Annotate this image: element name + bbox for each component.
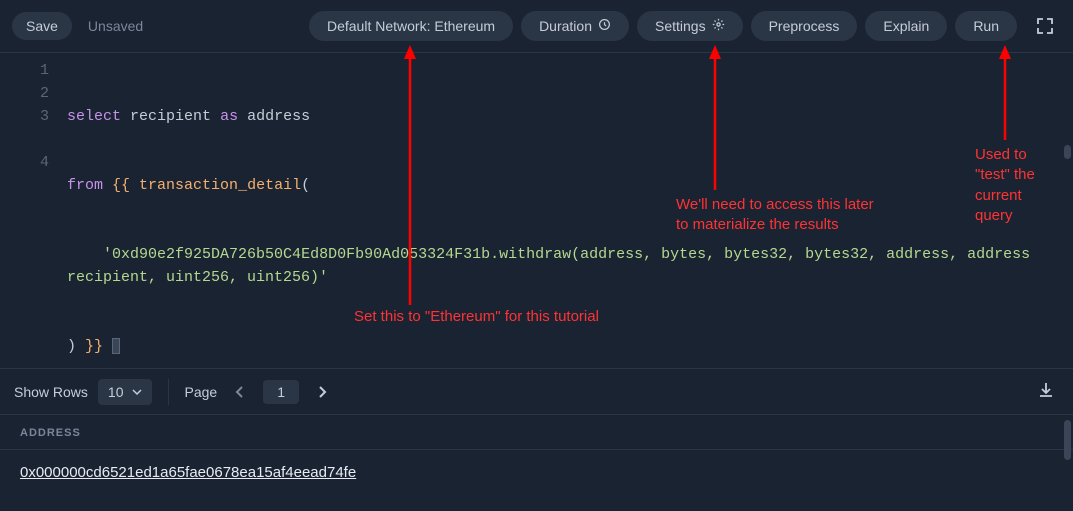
settings-label: Settings [655,18,706,34]
duration-label: Duration [539,18,592,34]
gear-icon [712,18,725,34]
run-button[interactable]: Run [955,11,1017,41]
save-button[interactable]: Save [12,12,72,40]
address-link[interactable]: 0x000000cd6521ed1a65fae0678ea15af4eead74… [20,464,356,481]
scrollbar-vertical[interactable] [1064,420,1071,460]
clock-icon [598,18,611,34]
scrollbar-editor[interactable] [1064,145,1071,159]
line-gutter: 1 2 3 4 [0,59,67,368]
preprocess-button[interactable]: Preprocess [751,11,858,41]
duration-button[interactable]: Duration [521,11,629,41]
expand-icon [1035,16,1055,36]
code-editor[interactable]: 1 2 3 4 select recipient as address from… [0,53,1073,368]
text-cursor [112,338,120,354]
table-header-address: ADDRESS [0,414,1073,449]
explain-button[interactable]: Explain [865,11,947,41]
expand-button[interactable] [1029,10,1061,42]
table-row: 0x000000cd6521ed1a65fae0678ea15af4eead74… [0,449,1073,495]
toolbar: Save Unsaved Default Network: Ethereum D… [0,0,1073,53]
network-selector[interactable]: Default Network: Ethereum [309,11,513,41]
settings-button[interactable]: Settings [637,11,743,41]
save-status: Unsaved [80,18,151,34]
code-content[interactable]: select recipient as address from {{ tran… [67,59,1073,368]
